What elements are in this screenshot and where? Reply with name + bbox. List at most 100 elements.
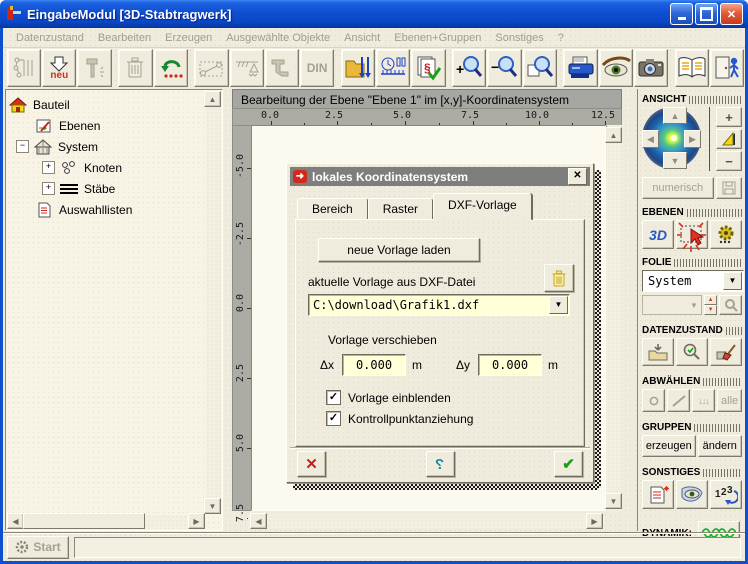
zoom-plus-button[interactable]: + xyxy=(716,107,742,127)
checkbox-checked-icon[interactable]: ✓ xyxy=(326,411,341,426)
measure-button[interactable] xyxy=(194,49,228,87)
start-button[interactable]: Start xyxy=(7,536,69,559)
menu-ansicht[interactable]: Ansicht xyxy=(337,30,387,46)
help-button[interactable]: ? xyxy=(426,451,455,477)
tab-raster[interactable]: Raster xyxy=(368,198,433,220)
view-button[interactable] xyxy=(599,49,633,87)
deselect-nodes-button[interactable] xyxy=(642,389,665,412)
undo-button[interactable] xyxy=(154,49,188,87)
tree-item-knoten[interactable]: + Knoten xyxy=(8,157,205,178)
deselect-loads-button[interactable]: ↓↓↓ xyxy=(692,389,715,412)
tree-scroll-thumb[interactable] xyxy=(23,513,145,529)
tree-item-ebenen[interactable]: Ebenen xyxy=(8,115,205,136)
support-button[interactable] xyxy=(230,49,264,87)
import-button[interactable] xyxy=(341,49,375,87)
tree-item-staebe[interactable]: + Stäbe xyxy=(8,178,205,199)
title-bar[interactable]: EingabeModul [3D-Stabtragwerk] ✕ xyxy=(0,0,748,28)
load-distribution-button[interactable] xyxy=(376,49,410,87)
neu-button[interactable]: neu xyxy=(42,49,76,87)
tree-item-system[interactable]: − System xyxy=(8,136,205,157)
menu-erzeugen[interactable]: Erzeugen xyxy=(158,30,219,46)
menu-ebenen-gruppen[interactable]: Ebenen+Gruppen xyxy=(387,30,488,46)
maximize-button[interactable] xyxy=(695,3,718,25)
dialog-title-bar[interactable]: ➜ lokales Koordinatensystem ✕ xyxy=(290,167,590,186)
zoom-minus-button[interactable]: − xyxy=(716,151,742,171)
dx-field[interactable]: 0.000 xyxy=(342,354,406,376)
zoom-out-button[interactable]: − xyxy=(487,49,521,87)
load-template-button[interactable]: neue Vorlage laden xyxy=(318,238,480,262)
tree-scroll-down[interactable]: ▼ xyxy=(204,498,221,514)
menu-sonstiges[interactable]: Sonstiges xyxy=(488,30,550,46)
tree-scroll-up[interactable]: ▲ xyxy=(204,91,221,107)
tools-button[interactable] xyxy=(77,49,111,87)
dxf-file-combobox[interactable]: C:\download\Grafik1.dxf ▼ xyxy=(308,294,570,316)
dialog-close-button[interactable]: ✕ xyxy=(568,168,587,185)
canvas-scroll-right[interactable]: ▶ xyxy=(586,513,603,529)
sub-folie-combobox[interactable]: ▼ xyxy=(642,295,702,315)
menu-datenzustand[interactable]: Datenzustand xyxy=(9,30,91,46)
tab-bereich[interactable]: Bereich xyxy=(297,198,368,220)
zoom-window-button[interactable] xyxy=(523,49,557,87)
canvas-scroll-down[interactable]: ▼ xyxy=(605,493,622,509)
deselect-members-button[interactable] xyxy=(667,389,690,412)
delete-template-button[interactable] xyxy=(544,264,574,292)
profile-button[interactable] xyxy=(265,49,299,87)
folie-search-button[interactable] xyxy=(719,295,742,315)
edit-group-button[interactable]: ändern xyxy=(698,435,742,457)
renumber-button[interactable]: 123 xyxy=(710,480,742,509)
folie-spinner[interactable]: ▲▼ xyxy=(704,295,717,313)
pan-left-button[interactable]: ◀ xyxy=(642,130,659,148)
tree-item-bauteil[interactable]: Bauteil xyxy=(8,94,205,115)
create-group-button[interactable]: erzeugen xyxy=(642,435,696,457)
collapse-expander[interactable]: − xyxy=(16,140,29,153)
contrast-button[interactable] xyxy=(716,129,742,149)
show-template-checkbox[interactable]: ✓ Vorlage einblenden xyxy=(326,390,451,405)
expand-expander[interactable]: + xyxy=(42,182,55,195)
print-button[interactable] xyxy=(563,49,597,87)
tab-dxf-vorlage[interactable]: DXF-Vorlage xyxy=(433,193,532,220)
select-plane-button[interactable] xyxy=(676,220,708,249)
din-button[interactable]: DIN xyxy=(300,49,334,87)
spin-down-icon[interactable]: ▼ xyxy=(704,305,717,315)
deselect-all-button[interactable]: alle xyxy=(717,389,742,412)
pan-right-button[interactable]: ▶ xyxy=(684,130,701,148)
minimize-button[interactable] xyxy=(670,3,693,25)
canvas-scroll-left[interactable]: ◀ xyxy=(250,513,267,529)
cancel-button[interactable]: ✕ xyxy=(297,451,326,477)
dy-field[interactable]: 0.000 xyxy=(478,354,542,376)
canvas-scroll-up[interactable]: ▲ xyxy=(605,127,622,143)
tree-vscrollbar[interactable] xyxy=(206,91,221,514)
canvas-hscrollbar[interactable] xyxy=(248,515,605,529)
norms-button[interactable]: § xyxy=(411,49,445,87)
cleanup-button[interactable] xyxy=(710,338,742,366)
exit-button[interactable] xyxy=(710,49,744,87)
view-3d-button[interactable]: 3D xyxy=(642,220,674,249)
numerisch-button[interactable]: numerisch xyxy=(642,177,714,199)
pan-down-button[interactable]: ▼ xyxy=(663,152,687,169)
manual-button[interactable] xyxy=(675,49,709,87)
spin-up-icon[interactable]: ▲ xyxy=(704,295,717,305)
chevron-down-icon[interactable]: ▼ xyxy=(549,296,568,314)
menu-hilfe[interactable]: ? xyxy=(551,30,571,46)
menu-ausgewaehlte-objekte[interactable]: Ausgewählte Objekte xyxy=(219,30,337,46)
menu-bearbeiten[interactable]: Bearbeiten xyxy=(91,30,158,46)
visibility-button[interactable] xyxy=(676,480,708,509)
zoom-in-button[interactable]: + xyxy=(452,49,486,87)
folie-combobox[interactable]: System ▼ xyxy=(642,270,744,292)
expand-expander[interactable]: + xyxy=(42,161,55,174)
check-state-button[interactable] xyxy=(676,338,708,366)
pan-up-button[interactable]: ▲ xyxy=(663,107,687,124)
snapshot-button[interactable] xyxy=(634,49,668,87)
chevron-down-icon[interactable]: ▼ xyxy=(723,272,742,290)
new-list-button[interactable] xyxy=(642,480,674,509)
tree-scroll-left[interactable]: ◀ xyxy=(7,513,24,529)
control-point-snap-checkbox[interactable]: ✓ Kontrollpunktanziehung xyxy=(326,411,473,426)
save-state-button[interactable] xyxy=(642,338,674,366)
delete-button[interactable] xyxy=(118,49,152,87)
close-button[interactable]: ✕ xyxy=(720,3,743,25)
model-structure-button[interactable] xyxy=(7,49,41,87)
ok-button[interactable]: ✔ xyxy=(554,451,583,477)
canvas-vscrollbar[interactable] xyxy=(607,125,622,511)
checkbox-checked-icon[interactable]: ✓ xyxy=(326,390,341,405)
tree-scroll-right[interactable]: ▶ xyxy=(188,513,205,529)
